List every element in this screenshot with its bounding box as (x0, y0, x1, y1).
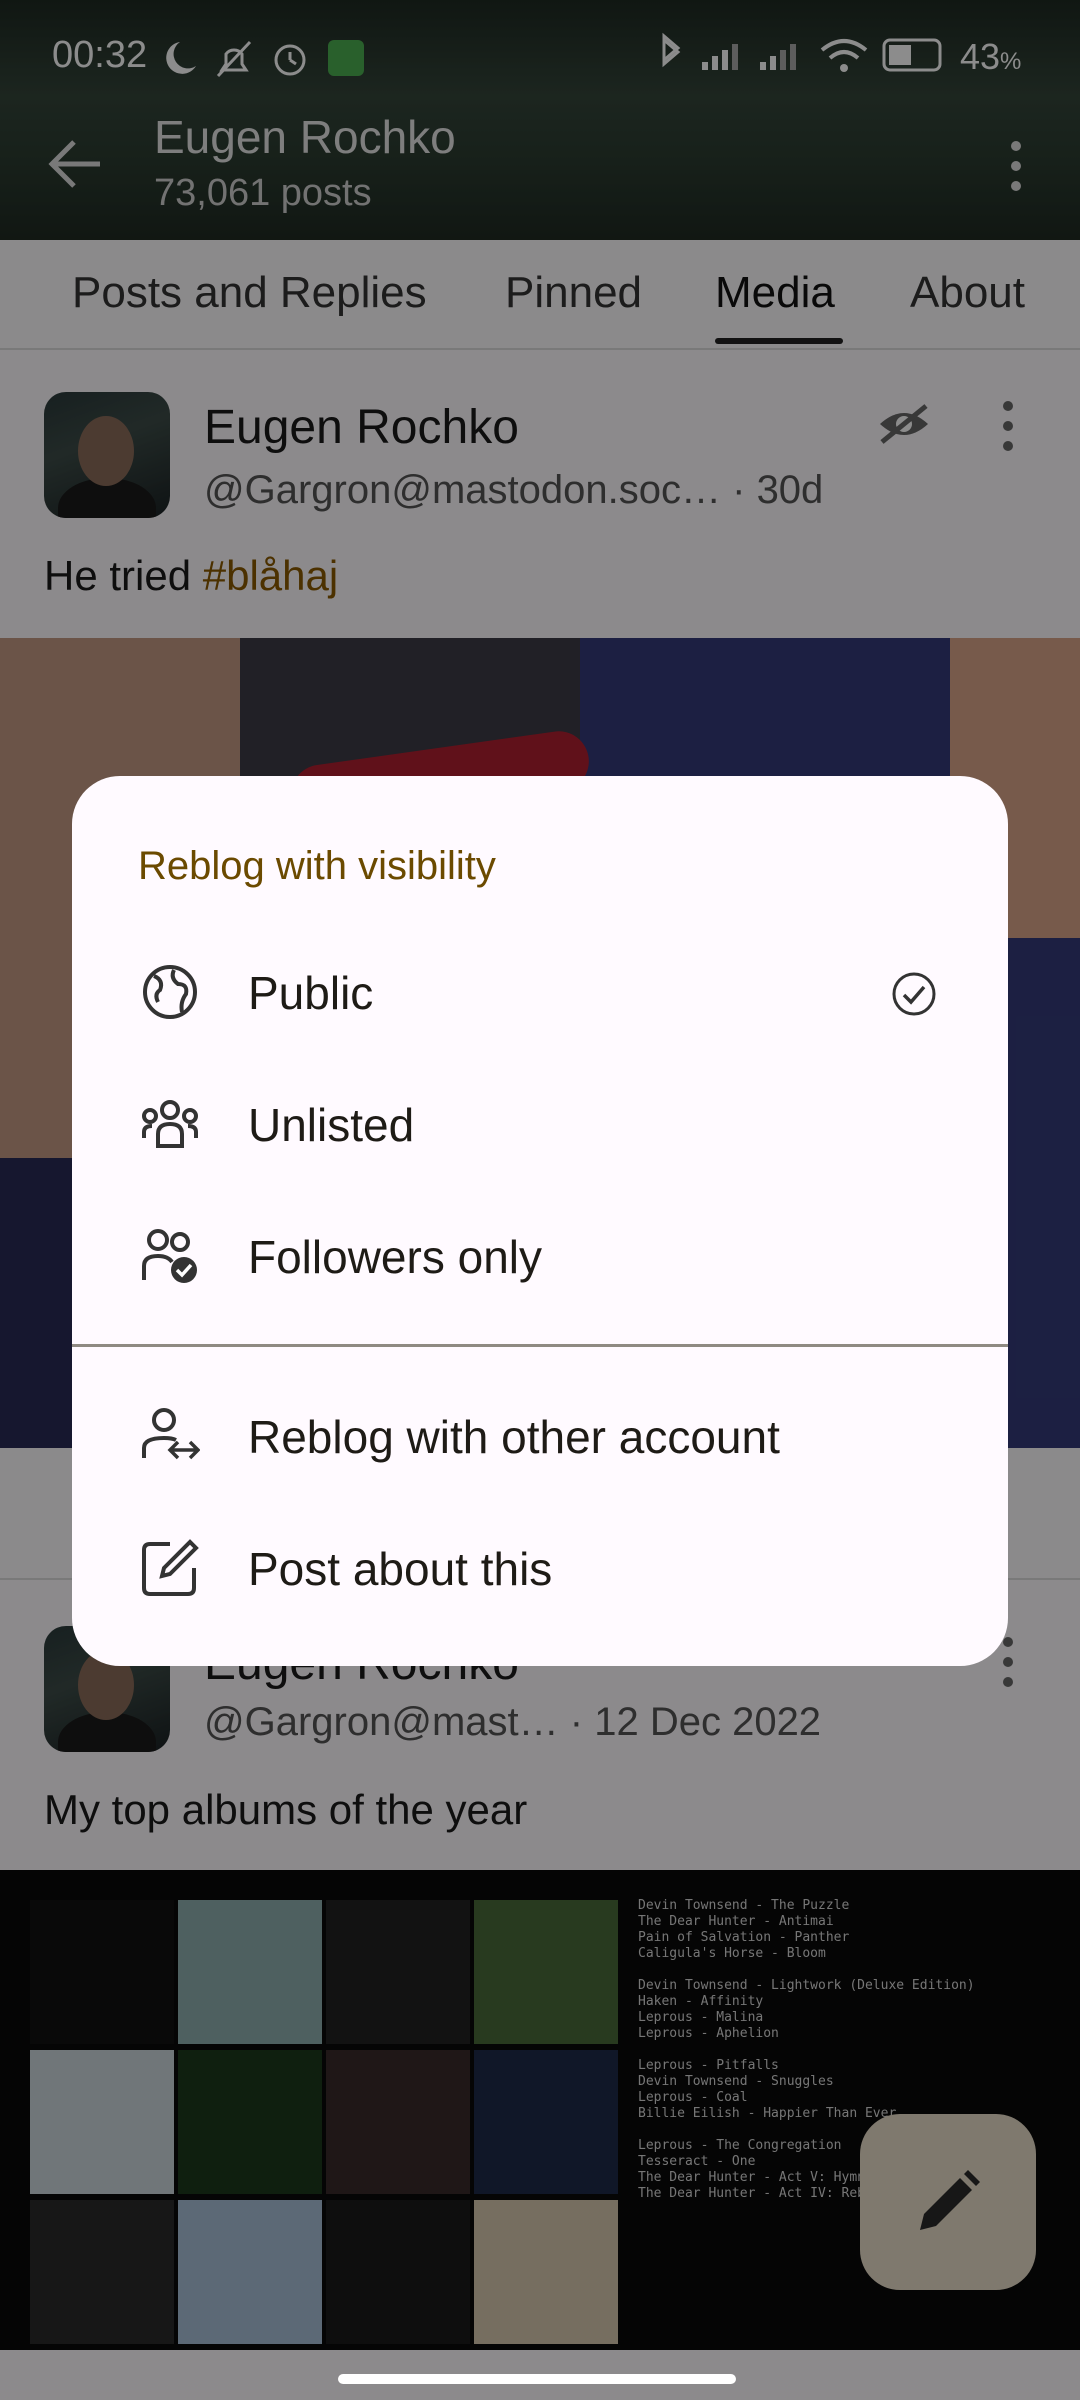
option-followers-only[interactable]: Followers only (72, 1196, 1008, 1316)
action-label: Reblog with other account (248, 1411, 780, 1463)
selected-check-icon (892, 972, 936, 1016)
dialog-title: Reblog with visibility (138, 844, 496, 888)
post-about-this-action[interactable]: Post about this (72, 1508, 1008, 1628)
dialog-divider (72, 1344, 1008, 1347)
option-label: Followers only (248, 1231, 542, 1283)
people-icon (142, 1100, 198, 1148)
account-switch-icon (142, 1408, 200, 1460)
followers-icon (142, 1229, 197, 1283)
option-label: Public (248, 967, 374, 1019)
compose-icon (142, 1539, 199, 1596)
globe-icon (143, 965, 197, 1019)
option-label: Unlisted (248, 1099, 415, 1151)
reblog-visibility-dialog: Reblog with visibility Public Unlisted F… (72, 776, 1008, 1666)
home-indicator[interactable] (338, 2374, 736, 2384)
option-unlisted[interactable]: Unlisted (72, 1064, 1008, 1184)
option-public[interactable]: Public (72, 932, 1008, 1052)
action-label: Post about this (248, 1543, 553, 1595)
reblog-other-account-action[interactable]: Reblog with other account (72, 1376, 1008, 1496)
